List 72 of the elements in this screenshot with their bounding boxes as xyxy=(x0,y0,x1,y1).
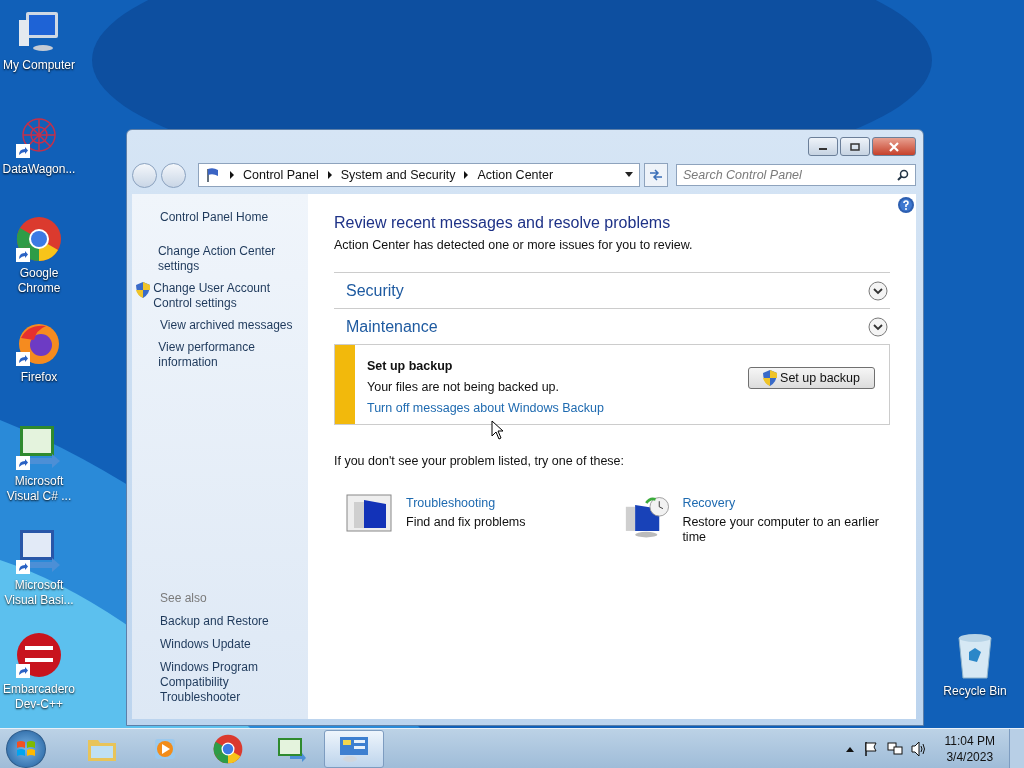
desktop-icon-label[interactable]: DataWagon... xyxy=(0,162,78,177)
clock-date[interactable]: 3/4/2023 xyxy=(946,748,994,765)
sidebar-link[interactable]: Windows Update xyxy=(160,637,308,652)
network-icon[interactable] xyxy=(886,740,903,757)
message-text: Your files are not being backed up. xyxy=(367,380,561,394)
breadcrumb-item[interactable]: System and Security xyxy=(340,168,456,182)
tool-link[interactable]: Recovery xyxy=(682,496,890,510)
control-panel-icon xyxy=(338,734,370,763)
expand-icon[interactable] xyxy=(868,280,888,301)
flag-icon xyxy=(205,167,221,183)
section-heading: See also xyxy=(160,591,208,605)
close-button[interactable] xyxy=(872,137,916,156)
tool-link[interactable]: Troubleshooting xyxy=(406,496,526,510)
chevron-icon xyxy=(463,171,470,179)
refresh-icon xyxy=(649,169,663,181)
recycle-bin-icon[interactable] xyxy=(955,632,995,680)
hint-text: If you don't see your problem listed, try one of these: xyxy=(334,454,626,468)
sidebar-link[interactable]: Change Action Center settings xyxy=(157,244,308,274)
sidebar-link[interactable]: View archived messages xyxy=(160,318,293,333)
mouse-cursor-icon xyxy=(491,420,505,440)
shortcut-icon xyxy=(16,664,30,678)
computer-clock-icon xyxy=(624,494,671,540)
section-header[interactable]: Security xyxy=(346,281,404,300)
section-header[interactable]: Maintenance xyxy=(346,317,438,336)
code-file-icon xyxy=(276,735,306,762)
sidebar-link[interactable]: Change User Account Control settings xyxy=(153,281,308,311)
refresh-button[interactable] xyxy=(644,163,668,187)
tool-description: Restore your computer to an earlier time xyxy=(682,515,880,545)
page-description: Action Center has detected one or more issues for you to review. xyxy=(334,238,694,252)
app-badge-icon[interactable] xyxy=(16,632,62,678)
search-field[interactable]: Search Control Panel xyxy=(676,164,916,186)
desktop-icon-label[interactable]: Firefox xyxy=(0,370,78,385)
message-link[interactable]: Turn off messages about Windows Backup xyxy=(367,401,737,415)
maximize-button[interactable] xyxy=(840,137,870,156)
shortcut-icon xyxy=(16,560,30,574)
shield-icon xyxy=(763,370,778,386)
taskbar-button[interactable] xyxy=(324,729,384,768)
desktop-icon-label[interactable]: My Computer xyxy=(0,58,78,73)
search-icon xyxy=(897,169,909,181)
sidebar-link[interactable]: View performance information xyxy=(158,340,308,370)
address-bar[interactable]: Control Panel System and Security Action Center xyxy=(198,163,640,187)
sidebar-link[interactable]: Backup and Restore xyxy=(160,614,308,629)
expand-icon[interactable] xyxy=(868,316,888,337)
breadcrumb-item[interactable]: Control Panel xyxy=(243,168,319,182)
shortcut-icon xyxy=(16,144,30,158)
minimize-button[interactable] xyxy=(808,137,838,156)
setup-backup-button[interactable]: Set up backup xyxy=(748,367,875,389)
dropdown-icon[interactable] xyxy=(625,172,633,178)
chevron-icon xyxy=(326,171,333,179)
desktop-icon-label[interactable]: Google Chrome xyxy=(0,266,78,296)
message-title: Set up backup xyxy=(367,359,454,373)
chevron-icon xyxy=(229,171,235,179)
browser-icon[interactable] xyxy=(16,216,62,262)
shortcut-icon xyxy=(16,248,30,262)
desktop-icon-label[interactable]: Microsoft Visual C# ... xyxy=(0,474,78,504)
shortcut-icon xyxy=(16,352,30,366)
close-icon xyxy=(888,141,900,152)
shield-icon xyxy=(135,282,150,298)
volume-icon[interactable] xyxy=(910,740,927,757)
help-icon[interactable] xyxy=(898,197,914,213)
shortcut-icon xyxy=(16,456,30,470)
flag-icon[interactable] xyxy=(862,740,879,757)
desktop-icon-label[interactable]: Recycle Bin xyxy=(936,684,1014,699)
sidebar-link[interactable]: Control Panel Home xyxy=(160,210,269,225)
maximize-icon xyxy=(850,142,860,151)
clock-time[interactable]: 11:04 PM xyxy=(944,732,995,749)
breadcrumb-item[interactable]: Action Center xyxy=(477,168,554,182)
start-button[interactable] xyxy=(6,729,46,768)
page-title: Review recent messages and resolve problems xyxy=(334,214,672,232)
browser-icon xyxy=(213,733,243,764)
tool-description: Find and fix problems xyxy=(406,515,526,530)
sidebar-link[interactable]: Windows Program Compatibility Troubleshooter xyxy=(160,660,308,705)
